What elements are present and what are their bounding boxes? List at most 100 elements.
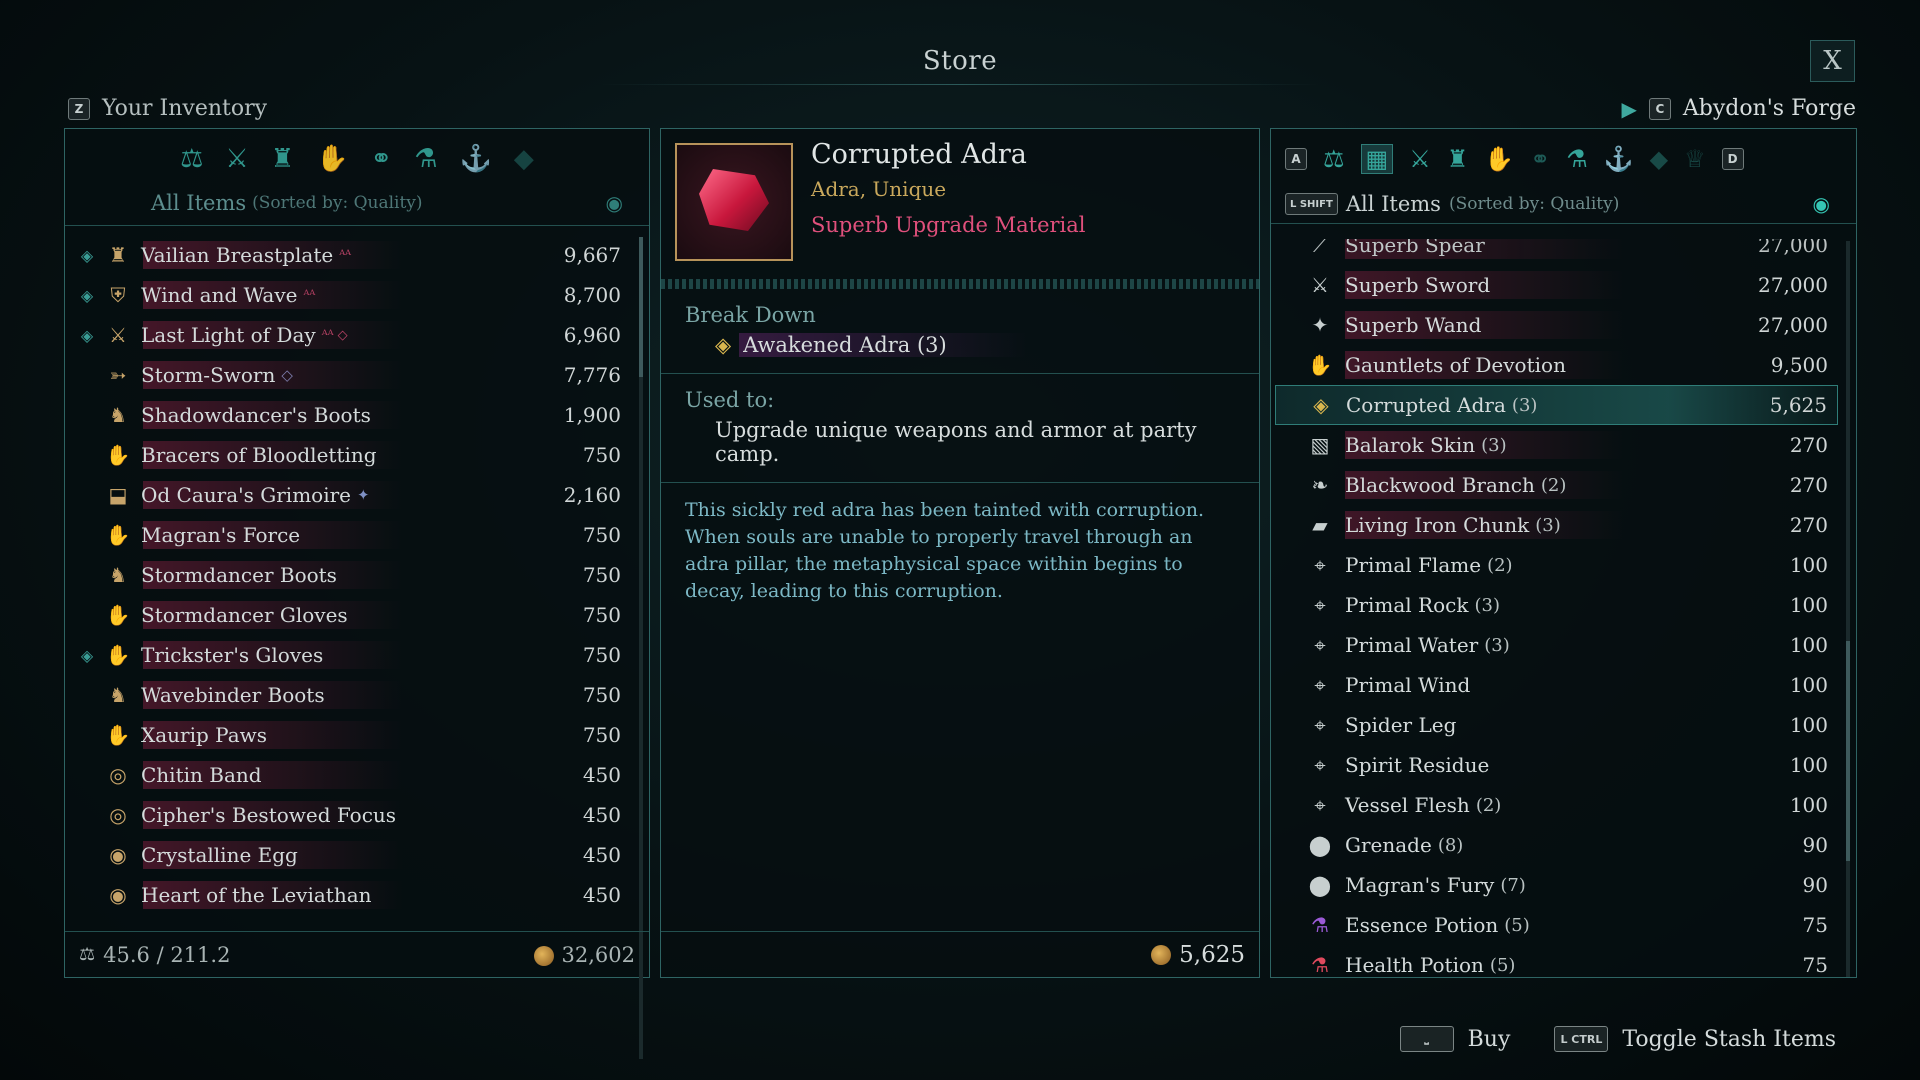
prev-category-key[interactable]: A [1285,148,1307,170]
item-name: Corrupted Adra [811,139,1027,170]
toggle-stash-key[interactable]: L CTRL [1554,1026,1609,1052]
list-item[interactable]: ◉ Heart of the Leviathan 450 [73,875,631,915]
vendor-item-price: 90 [1802,873,1828,897]
weapons-icon[interactable]: ⚔ [225,144,248,174]
list-item[interactable]: ⌖ Primal Wind 100 [1275,665,1838,705]
list-item[interactable]: ♞ Stormdancer Boots 750 [73,555,631,595]
list-item[interactable]: ⌖ Spider Leg 100 [1275,705,1838,745]
list-item[interactable]: ⌖ Primal Water (3) 100 [1275,625,1838,665]
armor-icon[interactable]: ♜ [1447,145,1469,173]
accessories-icon[interactable]: ⚭ [370,144,392,174]
vendor-item-qty: (3) [1535,514,1561,536]
list-item[interactable]: ⚗ Health Potion (5) 75 [1275,945,1838,979]
list-item[interactable]: ◈ ✋ Trickster's Gloves 750 [73,635,631,675]
list-item[interactable]: ✋ Magran's Force 750 [73,515,631,555]
equipped-marker: ◈ [80,325,94,345]
list-item-selected[interactable]: ◈ Corrupted Adra (3) 5,625 [1275,385,1838,425]
vendor-title: Abydon's Forge [1682,96,1856,121]
inventory-header: Z Your Inventory [68,96,267,121]
next-category-key[interactable]: D [1721,148,1744,170]
misc-icon[interactable]: ⚓ [1604,145,1634,173]
detail-divider [661,279,1259,289]
adra-icon: ◈ [715,333,732,357]
all-items-icon[interactable]: ⚖ [180,144,203,174]
list-item[interactable]: ⬤ Grenade (8) 90 [1275,825,1838,865]
toggle-stash-label[interactable]: Toggle Stash Items [1622,1027,1836,1052]
list-item[interactable]: ◈⚔Last Light of Dayᴬᴬ ◇6,960 [73,315,631,355]
vendor-item-name: Corrupted Adra [1346,393,1506,417]
vendor-key[interactable]: C [1648,97,1671,120]
list-item[interactable]: ◎ Cipher's Bestowed Focus 450 [73,795,631,835]
inventory-item-price: 750 [582,683,621,707]
weapons-icon[interactable]: ⚔ [1409,145,1431,173]
consumables-icon[interactable]: ⚗ [414,144,437,174]
list-item[interactable]: ◎ Chitin Band 450 [73,755,631,795]
list-item[interactable]: ❧ Blackwood Branch (2) 270 [1275,465,1838,505]
vendor-item-name: Magran's Fury [1345,873,1495,897]
vendor-scrollbar[interactable] [1846,241,1850,977]
inventory-item-name: Stormdancer Gloves [141,603,348,627]
buy-label[interactable]: Buy [1468,1027,1511,1052]
materials-icon[interactable]: ▦ [1360,144,1394,174]
filter-key[interactable]: L SHIFT [1285,193,1338,215]
vendor-item-name: Primal Wind [1345,673,1471,697]
list-item[interactable]: ⌖ Spirit Residue 100 [1275,745,1838,785]
list-item[interactable]: ▧ Balarok Skin (3) 270 [1275,425,1838,465]
crown-icon[interactable]: ♕ [1684,145,1706,173]
list-item[interactable]: ◈♜Vailian Breastplateᴬᴬ9,667 [73,235,631,275]
list-item[interactable]: ✦ Superb Wand 27,000 [1275,305,1838,345]
used-to-value: Upgrade unique weapons and armor at part… [715,418,1197,466]
list-item[interactable]: ⬤ Magran's Fury (7) 90 [1275,865,1838,905]
list-item[interactable]: ♞ Shadowdancer's Boots 1,900 [73,395,631,435]
money-display: 32,602 [533,943,635,967]
list-item[interactable]: ▰ Living Iron Chunk (3) 270 [1275,505,1838,545]
list-item[interactable]: ◈⛨Wind and Waveᴬᴬ8,700 [73,275,631,315]
vendor-panel: A ⚖ ▦ ⚔ ♜ ✋ ⚭ ⚗ ⚓ ◆ ♕ D L SHIFT All Item… [1270,128,1857,978]
list-item[interactable]: ✋ Xaurip Paws 750 [73,715,631,755]
gem-icon[interactable]: ◆ [514,144,534,174]
vendor-item-name: Primal Rock [1345,593,1469,617]
list-item[interactable]: ➳Storm-Sworn◇7,776 [73,355,631,395]
gloves-icon[interactable]: ✋ [1484,145,1514,173]
vendor-item-price: 75 [1802,913,1828,937]
sort-settings-icon[interactable]: ◉ [1813,192,1830,216]
misc-icon[interactable]: ⚓ [460,144,492,174]
vendor-item-name: Superb Sword [1345,273,1491,297]
list-item[interactable]: ⌖ Primal Flame (2) 100 [1275,545,1838,585]
scroll-icon: ⌖ [1314,793,1326,817]
vendor-item-qty: (7) [1500,874,1526,896]
list-item[interactable]: ✋ Stormdancer Gloves 750 [73,595,631,635]
armor-icon[interactable]: ♜ [271,144,294,174]
list-item[interactable]: ⌖ Primal Rock (3) 100 [1275,585,1838,625]
buy-key[interactable]: ⎵ [1399,1026,1454,1052]
gem-icon[interactable]: ◆ [1650,145,1668,173]
list-item[interactable]: ✋ Bracers of Bloodletting 750 [73,435,631,475]
list-item[interactable]: ✋ Gauntlets of Devotion 9,500 [1275,345,1838,385]
accessories-icon[interactable]: ⚭ [1530,145,1550,173]
gloves-icon: ✋ [105,523,131,547]
item-type: Adra, Unique [811,177,947,201]
vendor-item-price: 90 [1802,833,1828,857]
list-item[interactable]: ⚗ Essence Potion (5) 75 [1275,905,1838,945]
gloves-icon[interactable]: ✋ [316,144,348,174]
list-item[interactable]: ◉ Crystalline Egg 450 [73,835,631,875]
list-item[interactable]: ⌖ Vessel Flesh (2) 100 [1275,785,1838,825]
inventory-category-tabs: ⚖ ⚔ ♜ ✋ ⚭ ⚗ ⚓ ◆ [65,129,649,189]
consumables-icon[interactable]: ⚗ [1566,145,1588,173]
vendor-item-price: 27,000 [1758,313,1828,337]
list-item[interactable]: ⟋ Superb Spear 27,000 [1275,239,1838,265]
vendor-item-price: 270 [1789,473,1828,497]
list-item[interactable]: ⬓Od Caura's Grimoire✦2,160 [73,475,631,515]
vendor-filter[interactable]: L SHIFT All Items (Sorted by: Quality) ◉ [1271,189,1856,219]
inventory-key[interactable]: Z [68,97,90,120]
vendor-item-name: Gauntlets of Devotion [1345,353,1566,377]
list-item[interactable]: ♞ Wavebinder Boots 750 [73,675,631,715]
used-to-section: Used to: Upgrade unique weapons and armo… [661,374,1259,483]
close-button[interactable]: X [1810,40,1855,82]
inventory-item-name: Xaurip Paws [141,723,268,747]
sort-settings-icon[interactable]: ◉ [606,191,623,215]
list-item[interactable]: ⚔ Superb Sword 27,000 [1275,265,1838,305]
vendor-item-price: 100 [1789,673,1828,697]
all-items-icon[interactable]: ⚖ [1323,145,1345,173]
inventory-filter[interactable]: All Items (Sorted by: Quality) ◉ [65,189,649,217]
